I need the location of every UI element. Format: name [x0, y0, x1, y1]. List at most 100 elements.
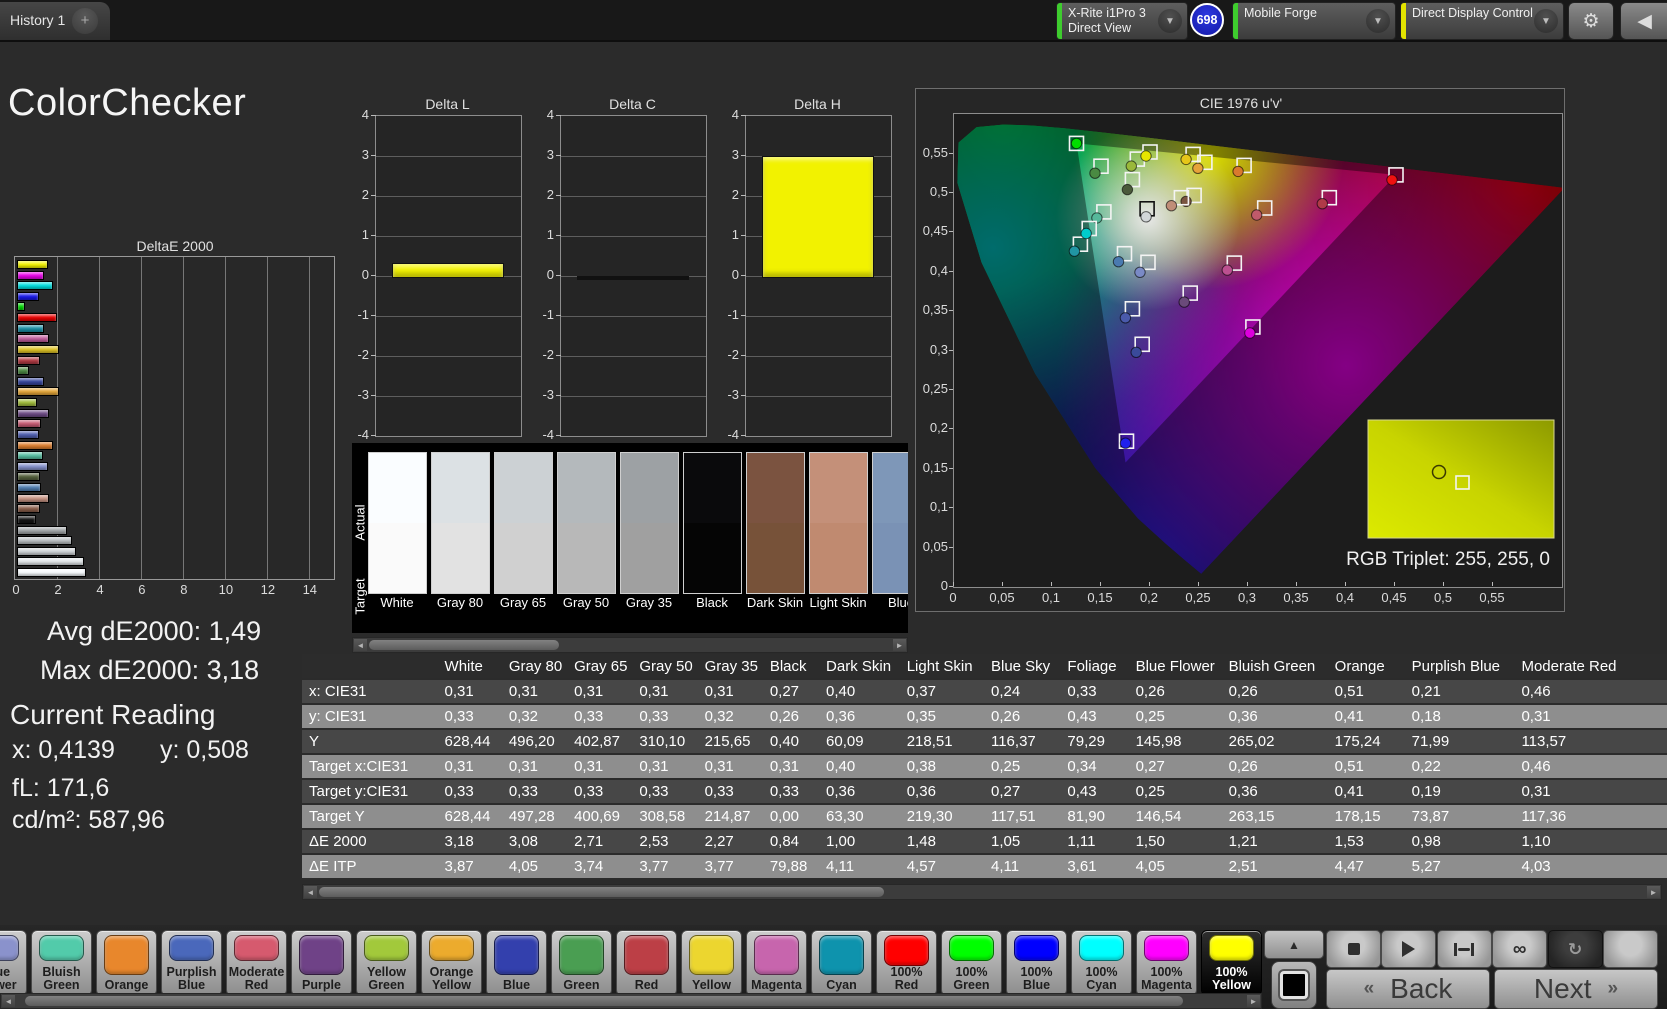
stop-button[interactable] [1326, 930, 1381, 968]
scroll-right-icon[interactable]: ► [893, 639, 906, 651]
tick-mark [1247, 582, 1248, 586]
de-bar-green [17, 366, 29, 376]
scroll-right-icon[interactable]: ► [1647, 886, 1660, 898]
patch-button-yellow[interactable]: Yellow [681, 930, 742, 996]
table-cell: 0,51 [1327, 680, 1405, 703]
y-tick-label: -4 [727, 427, 739, 442]
table-header-light-skin: Light Skin [899, 654, 984, 678]
extra-button[interactable] [1603, 930, 1658, 968]
deltae2000-chart: DeltaE 2000 0 2 4 6 8 10 12 14 [10, 238, 340, 604]
row-label: Target x:CIE31 [302, 755, 438, 778]
infinity-button[interactable]: ∞ [1492, 930, 1548, 968]
cie-y-tick: 0,25 [922, 381, 948, 396]
tab-history-1[interactable]: History 1 [10, 12, 65, 28]
patch-button-100-magenta[interactable]: 100% Magenta [1136, 930, 1197, 996]
chevron-down-icon[interactable]: ▼ [1366, 9, 1390, 33]
patch-button-green[interactable]: Green [551, 930, 612, 996]
de-bar-gray-35 [17, 525, 67, 535]
tick-mark [1100, 582, 1101, 586]
sync-button[interactable]: ↻ [1547, 930, 1603, 968]
next-chevron-icon: » [1607, 978, 1619, 999]
patch-button-purple[interactable]: Purple [291, 930, 352, 996]
tick-mark [371, 315, 376, 316]
patch-button-moderate-red[interactable]: Moderate Red [226, 930, 287, 996]
measurement-count-badge[interactable]: 698 [1190, 3, 1224, 37]
meter-line1: X-Rite i1Pro 3 [1068, 6, 1146, 20]
measured-marker-cyan [1068, 245, 1081, 257]
patch-button-yellow-green[interactable]: Yellow Green [356, 930, 417, 996]
patch-tile-dark-skin [746, 452, 805, 594]
tick-mark [371, 435, 376, 436]
display-control-dropdown[interactable]: Direct Display Control ▼ [1400, 2, 1564, 40]
chevron-down-icon[interactable]: ▼ [1158, 9, 1182, 33]
stop-measurement-button[interactable] [1271, 961, 1317, 1009]
patch-button-orange[interactable]: Orange [96, 930, 157, 996]
play-button[interactable] [1381, 930, 1437, 968]
patch-button-orange-yellow[interactable]: Orange Yellow [421, 930, 482, 996]
back-button[interactable]: « Back [1326, 969, 1490, 1009]
scroll-right-icon[interactable]: ► [1247, 995, 1260, 1007]
table-cell: 3,18 [437, 830, 502, 853]
table-cell: 0,34 [1060, 755, 1129, 778]
tick-mark [1345, 582, 1346, 586]
table-header-bluish-green: Bluish Green [1221, 654, 1328, 678]
scroll-left-icon[interactable]: ◄ [2, 995, 15, 1007]
scroll-up-button[interactable]: ▲ [1264, 930, 1324, 959]
patch-button-100-blue[interactable]: 100% Blue [1006, 930, 1067, 996]
scroll-thumb[interactable] [369, 640, 559, 650]
patch-button-100-green[interactable]: 100% Green [941, 930, 1002, 996]
patch-button-cyan[interactable]: Cyan [811, 930, 872, 996]
patch-button-magenta[interactable]: Magenta [746, 930, 807, 996]
de-bar-foliage [17, 472, 41, 482]
patch-button-100-cyan[interactable]: 100% Cyan [1071, 930, 1132, 996]
patch-button-100-yellow[interactable]: 100% Yellow [1201, 930, 1262, 996]
table-cell: 628,44 [437, 805, 502, 828]
patch-button-label: Yellow Green [367, 965, 406, 992]
patch-button-bluish-green[interactable]: Bluish Green [31, 930, 92, 996]
tick-mark [741, 355, 746, 356]
tick-mark [1492, 582, 1493, 586]
patch-button-red[interactable]: Red [616, 930, 677, 996]
table-cell: 0,43 [1060, 705, 1129, 728]
gridline [561, 316, 706, 317]
swatch-strip-scrollbar[interactable]: ◄ ► [352, 637, 908, 653]
table-cell: 0,19 [1404, 780, 1515, 803]
patch-button-blue[interactable]: Blue [486, 930, 547, 996]
tick-mark [1198, 582, 1199, 586]
table-scrollbar[interactable]: ◄ ► [302, 884, 1662, 900]
collapse-panel-button[interactable]: ◀ [1620, 2, 1667, 40]
settings-button[interactable]: ⚙ [1568, 2, 1614, 40]
range-button[interactable] [1436, 930, 1492, 968]
reading-y-readout: y: 0,508 [160, 736, 249, 764]
meter-dropdown[interactable]: X-Rite i1Pro 3 Direct View ▼ [1056, 2, 1188, 40]
measured-marker-blue [1130, 346, 1142, 359]
table-cell: 497,28 [501, 805, 568, 828]
patch-button-100-red[interactable]: 100% Red [876, 930, 937, 996]
stop-square-icon [1280, 971, 1308, 999]
table-header-blue-flower: Blue Flower [1128, 654, 1222, 678]
table-cell: 4,57 [899, 855, 984, 878]
add-tab-button[interactable]: + [72, 8, 98, 34]
de-bar-dark-skin [17, 504, 41, 514]
next-button[interactable]: Next » [1494, 969, 1658, 1009]
measured-marker-green [1089, 167, 1101, 179]
cie-inset-zoom [1367, 419, 1555, 539]
scroll-left-icon[interactable]: ◄ [354, 639, 367, 651]
dock-scrollbar[interactable]: ◄ ► [0, 993, 1262, 1009]
source-dropdown[interactable]: Mobile Forge ▼ [1232, 2, 1396, 40]
patch-target-swatch [684, 523, 741, 593]
de-bar-white [17, 567, 86, 577]
patch-button-purplish-blue[interactable]: Purplish Blue [161, 930, 222, 996]
up-arrow-icon: ▲ [1288, 937, 1300, 952]
scroll-left-icon[interactable]: ◄ [304, 886, 317, 898]
y-tick-label: 1 [731, 227, 739, 242]
table-cell: 4,03 [1514, 855, 1667, 878]
scroll-thumb[interactable] [25, 996, 1183, 1006]
chevron-down-icon[interactable]: ▼ [1534, 9, 1558, 33]
gridline [376, 156, 521, 157]
tick-mark [556, 235, 561, 236]
scroll-thumb[interactable] [319, 887, 884, 897]
y-tick-label: 3 [546, 147, 554, 162]
tick-mark [371, 355, 376, 356]
patch-button-blue-flower[interactable]: Blue Flower [0, 930, 27, 996]
